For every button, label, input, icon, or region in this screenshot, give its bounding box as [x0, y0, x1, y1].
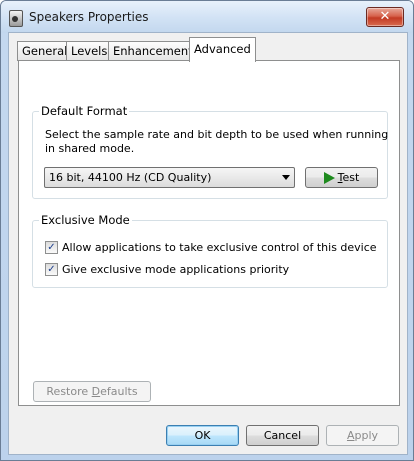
exclusive-priority-checkbox[interactable]: ✓ [45, 263, 58, 276]
exclusive-control-checkbox[interactable]: ✓ [45, 241, 58, 254]
dialog-client-area: General Levels Enhancements Advanced Def… [8, 32, 408, 455]
default-format-description: Select the sample rate and bit depth to … [45, 128, 389, 155]
exclusive-priority-label[interactable]: Give exclusive mode applications priorit… [62, 263, 289, 276]
default-format-group: Default Format Select the sample rate an… [32, 104, 388, 199]
tab-advanced[interactable]: Advanced [189, 37, 256, 62]
advanced-tab-panel: Default Format Select the sample rate an… [18, 60, 400, 406]
cancel-button[interactable]: Cancel [246, 425, 319, 446]
default-format-title: Default Format [39, 104, 130, 118]
close-button[interactable]: ✕ [366, 7, 404, 27]
tab-general[interactable]: General [17, 41, 73, 61]
title-bar[interactable]: Speakers Properties ✕ [1, 1, 413, 33]
test-button[interactable]: Test [305, 167, 378, 188]
play-icon [323, 172, 335, 184]
tab-levels[interactable]: Levels [66, 41, 113, 61]
ok-button[interactable]: OK [166, 425, 239, 446]
restore-defaults-button[interactable]: Restore Defaults [33, 381, 151, 402]
exclusive-control-label[interactable]: Allow applications to take exclusive con… [62, 241, 377, 254]
sample-rate-dropdown[interactable]: 16 bit, 44100 Hz (CD Quality) [44, 167, 295, 188]
apply-button[interactable]: Apply [326, 425, 399, 446]
chevron-down-icon [282, 175, 290, 180]
exclusive-mode-title: Exclusive Mode [39, 213, 132, 227]
window-title: Speakers Properties [29, 10, 149, 24]
speaker-icon [9, 10, 23, 27]
speakers-properties-window: Speakers Properties ✕ General Levels Enh… [0, 0, 414, 461]
selected-format-value: 16 bit, 44100 Hz (CD Quality) [49, 171, 212, 184]
exclusive-mode-group: Exclusive Mode ✓ Allow applications to t… [32, 213, 388, 288]
